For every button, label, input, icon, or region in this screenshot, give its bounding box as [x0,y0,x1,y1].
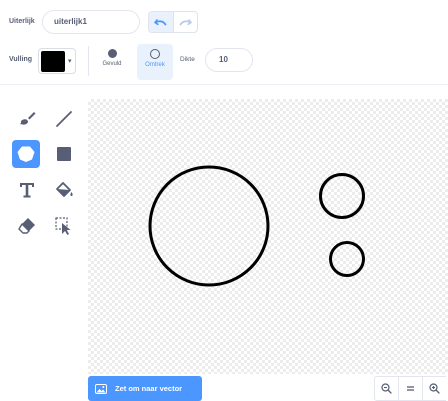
eraser-tool[interactable] [13,212,41,240]
divider [88,46,89,76]
convert-to-vector-button[interactable]: Zet om naar vector [88,376,202,401]
drawing-canvas[interactable] [88,99,448,374]
zoom-in-button[interactable] [422,376,446,401]
zoom-reset-icon [407,386,414,391]
thickness-label: Dikte [180,56,195,63]
fill-color-picker[interactable]: ▾ [38,48,76,74]
brush-icon [20,112,36,125]
canvas-shapes [148,165,365,287]
undo-button[interactable] [149,12,174,32]
filled-circle-icon [107,49,117,58]
outline-mode-button[interactable]: Omtrek [137,44,173,80]
fill-label: Vulling [9,56,33,63]
select-icon [55,217,71,235]
convert-to-vector-label: Zet om naar vector [115,384,183,393]
shape-options-row: Vulling ▾ Gevuld Omtrek Dikte 10 [0,44,448,84]
small-circle[interactable] [329,241,365,277]
image-icon [95,383,107,394]
toolbar-divider [0,84,448,85]
text-icon [20,183,34,198]
zoom-controls [374,376,448,401]
redo-icon [179,18,192,25]
text-tool[interactable] [13,176,41,204]
outline-mode-label: Omtrek [145,62,165,68]
costume-name-input[interactable]: uiterlijk1 [42,10,140,34]
zoom-out-icon [381,383,392,394]
filled-mode-label: Gevuld [102,61,122,67]
zoom-out-button[interactable] [374,376,398,401]
redo-button[interactable] [174,12,198,32]
brush-tool[interactable] [13,105,41,133]
circle-icon [17,146,35,162]
paint-editor: Uiterlijk uiterlijk1 Vulling ▾ Gevuld Om… [0,0,448,401]
thickness-input[interactable]: 10 [205,48,253,72]
eraser-icon [18,218,35,234]
outline-circle-icon [150,49,160,59]
rectangle-tool[interactable] [50,140,78,168]
select-tool[interactable] [50,212,78,240]
line-icon [56,111,72,127]
line-tool[interactable] [50,105,78,133]
undo-icon [154,18,167,25]
zoom-in-icon [429,383,440,394]
zoom-reset-button[interactable] [398,376,422,401]
filled-mode-button[interactable]: Gevuld [94,44,130,80]
rectangle-icon [57,147,71,161]
medium-circle[interactable] [319,173,365,219]
undo-redo-group [148,11,198,33]
circle-tool[interactable] [12,140,40,168]
chevron-down-icon: ▾ [68,58,72,65]
costume-name-row: Uiterlijk uiterlijk1 [0,10,448,36]
fill-color-swatch [41,51,65,72]
large-circle[interactable] [148,165,270,287]
fill-bucket-icon [56,182,73,197]
fill-tool[interactable] [50,176,78,204]
costume-name-label: Uiterlijk [9,18,35,25]
